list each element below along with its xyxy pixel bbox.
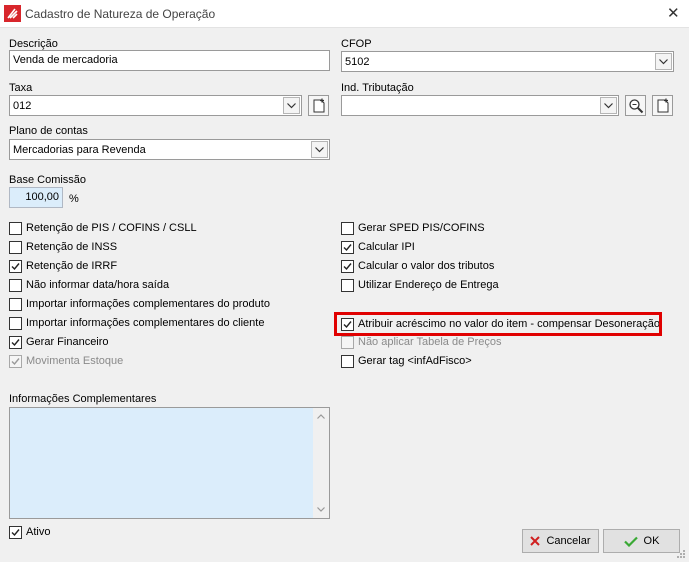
chevron-down-icon — [604, 103, 613, 109]
checkbox-box[interactable] — [341, 278, 354, 292]
vertical-scrollbar[interactable] — [313, 408, 329, 518]
plano-contas-value: Mercadorias para Revenda — [13, 144, 146, 156]
option-checkbox[interactable]: Não informar data/hora saída — [9, 278, 169, 292]
scroll-up-icon[interactable] — [317, 414, 325, 419]
option-checkbox[interactable]: Gerar SPED PIS/COFINS — [341, 221, 485, 235]
option-checkbox[interactable]: Calcular IPI — [341, 240, 415, 254]
checkbox-box[interactable] — [9, 297, 22, 311]
base-comissao-label: Base Comissão — [9, 174, 87, 186]
checkmark-icon — [11, 357, 20, 365]
ind-tributacao-add-button[interactable] — [652, 95, 673, 116]
taxa-label: Taxa — [9, 82, 33, 94]
base-comissao-input[interactable]: 100,00 — [9, 187, 63, 208]
option-label: Movimenta Estoque — [26, 355, 124, 367]
new-document-icon — [657, 98, 669, 113]
option-label: Calcular IPI — [358, 241, 415, 253]
descricao-input[interactable]: Venda de mercadoria — [9, 50, 330, 71]
option-checkbox[interactable]: Gerar Financeiro — [9, 335, 109, 349]
ok-button-label: OK — [643, 535, 660, 547]
option-checkbox: Movimenta Estoque — [9, 354, 123, 368]
ind-tributacao-dropdown-button[interactable] — [600, 97, 617, 114]
taxa-dropdown-button[interactable] — [283, 97, 300, 114]
option-checkbox[interactable]: Retenção de INSS — [9, 240, 117, 254]
checkbox-box[interactable] — [9, 316, 22, 330]
checkbox-box[interactable] — [341, 259, 354, 273]
plano-contas-select[interactable]: Mercadorias para Revenda — [9, 139, 330, 160]
checkbox-box[interactable] — [9, 278, 22, 292]
scroll-down-icon[interactable] — [317, 507, 325, 512]
ind-tributacao-label: Ind. Tributação — [341, 82, 414, 94]
checkbox-box[interactable] — [9, 525, 22, 539]
option-checkbox: Não aplicar Tabela de Preços — [341, 335, 502, 349]
checkmark-icon — [11, 338, 20, 346]
option-checkbox[interactable]: Gerar tag <infAdFisco> — [341, 354, 472, 368]
chevron-down-icon — [287, 103, 296, 109]
chevron-down-icon — [315, 147, 324, 153]
info-complementares-label: Informações Complementares — [9, 393, 157, 405]
cfop-dropdown-button[interactable] — [655, 53, 672, 70]
option-label: Calcular o valor dos tributos — [358, 260, 495, 272]
base-comissao-unit: % — [69, 193, 79, 205]
checkmark-icon — [11, 262, 20, 270]
checkbox-box[interactable] — [9, 240, 22, 254]
resize-grip-icon[interactable] — [675, 548, 686, 559]
option-label: Gerar tag <infAdFisco> — [358, 355, 472, 367]
info-complementares-textarea[interactable] — [9, 407, 330, 519]
cancel-button-label: Cancelar — [546, 535, 591, 547]
option-checkbox[interactable]: Calcular o valor dos tributos — [341, 259, 494, 273]
checkbox-box[interactable] — [9, 221, 22, 235]
new-document-icon — [313, 98, 325, 113]
checkbox-box — [9, 354, 22, 368]
checkmark-icon — [11, 528, 20, 536]
option-label: Retenção de PIS / COFINS / CSLL — [26, 222, 197, 234]
option-label: Utilizar Endereço de Entrega — [358, 279, 499, 291]
option-label: Gerar SPED PIS/COFINS — [358, 222, 485, 234]
option-label: Importar informações complementares do c… — [26, 317, 265, 329]
cancel-x-icon — [530, 536, 541, 546]
highlight-annotation-box — [334, 312, 662, 336]
ativo-label: Ativo — [26, 526, 51, 538]
taxa-select[interactable]: 012 — [9, 95, 302, 116]
checkbox-box[interactable] — [341, 221, 354, 235]
close-icon[interactable]: ✕ — [667, 6, 680, 21]
ind-tributacao-search-button[interactable] — [625, 95, 646, 116]
cancel-button[interactable]: Cancelar — [522, 529, 599, 553]
ok-button[interactable]: OK — [603, 529, 680, 553]
checkbox-box — [341, 335, 354, 349]
title-bar: Cadastro de Natureza de Operação ✕ — [0, 0, 689, 28]
taxa-add-button[interactable] — [308, 95, 329, 116]
option-label: Gerar Financeiro — [26, 336, 109, 348]
option-checkbox[interactable]: Retenção de IRRF — [9, 259, 117, 273]
checkbox-box[interactable] — [9, 259, 22, 273]
checkmark-icon — [343, 243, 352, 251]
chevron-down-icon — [659, 59, 668, 65]
ativo-checkbox[interactable]: Ativo — [9, 525, 50, 539]
descricao-label: Descrição — [9, 38, 58, 50]
option-label: Não informar data/hora saída — [26, 279, 170, 291]
cfop-label: CFOP — [341, 38, 372, 50]
option-label: Não aplicar Tabela de Preços — [358, 336, 502, 348]
option-checkbox[interactable]: Utilizar Endereço de Entrega — [341, 278, 499, 292]
checkbox-box[interactable] — [9, 335, 22, 349]
taxa-value: 012 — [13, 100, 32, 112]
option-label: Retenção de INSS — [26, 241, 118, 253]
checkbox-box[interactable] — [341, 354, 354, 368]
option-label: Importar informações complementares do p… — [26, 298, 270, 310]
option-checkbox[interactable]: Importar informações complementares do c… — [9, 316, 264, 330]
cfop-select[interactable]: 5102 — [341, 51, 674, 72]
plano-contas-dropdown-button[interactable] — [311, 141, 328, 158]
option-label: Retenção de IRRF — [26, 260, 118, 272]
plano-contas-label: Plano de contas — [9, 125, 88, 137]
option-checkbox[interactable]: Retenção de PIS / COFINS / CSLL — [9, 221, 197, 235]
ind-tributacao-select[interactable] — [341, 95, 619, 116]
checkmark-icon — [343, 262, 352, 270]
search-icon — [629, 99, 644, 114]
checkmark-icon — [623, 536, 638, 547]
checkbox-box[interactable] — [341, 240, 354, 254]
option-checkbox[interactable]: Importar informações complementares do p… — [9, 297, 270, 311]
app-logo-icon — [4, 5, 21, 22]
cfop-value: 5102 — [345, 56, 370, 68]
window-title: Cadastro de Natureza de Operação — [25, 7, 216, 21]
